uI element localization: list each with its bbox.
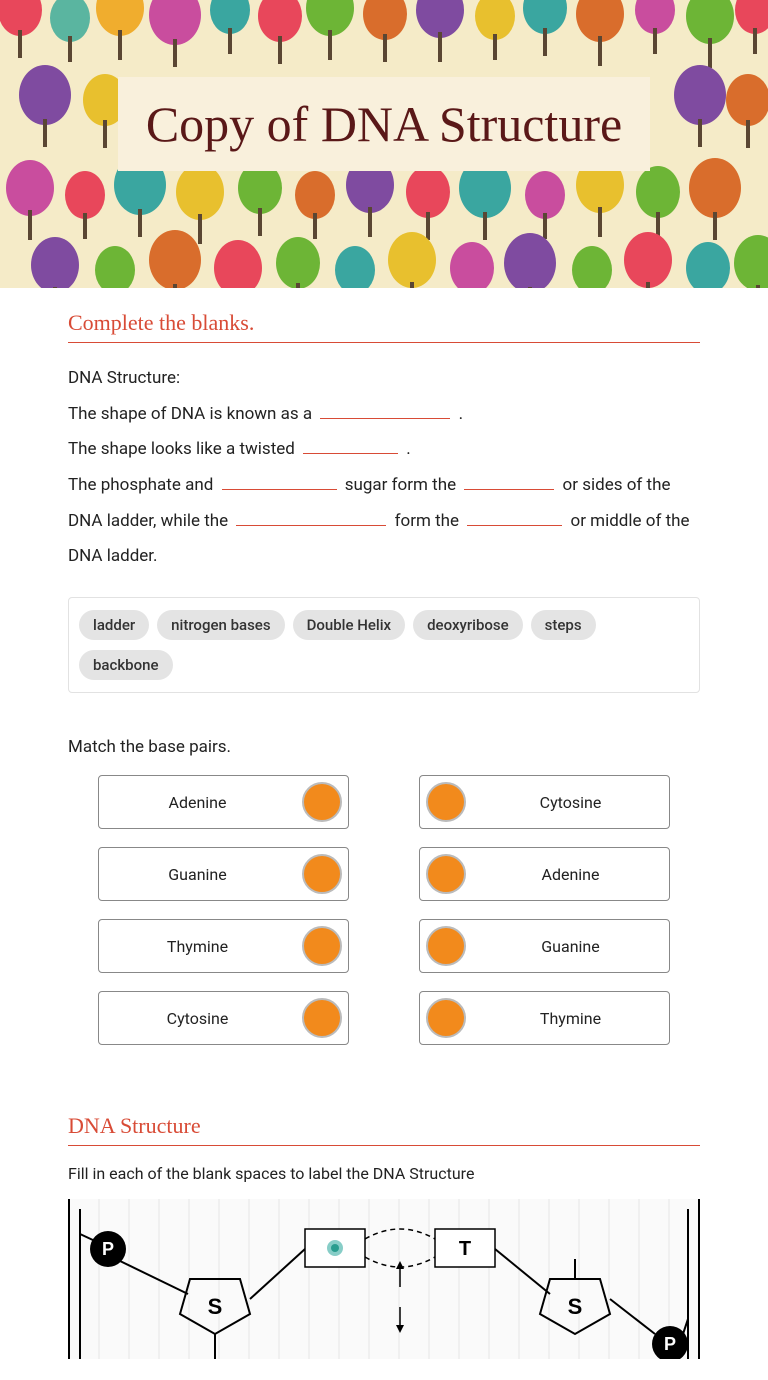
dna-instruction: Fill in each of the blank spaces to labe… — [68, 1164, 700, 1183]
word-chip[interactable]: nitrogen bases — [157, 610, 284, 640]
connector-dot-icon[interactable] — [426, 998, 466, 1038]
text-fragment: The phosphate and — [68, 475, 218, 495]
fill-line-2: The shape looks like a twisted . — [68, 432, 700, 468]
blank-input-3[interactable] — [222, 471, 337, 490]
blank-input-2[interactable] — [303, 436, 398, 455]
dna-structure-section: DNA Structure Fill in each of the blank … — [68, 1113, 700, 1359]
text-fragment: The shape looks like a twisted — [68, 439, 299, 459]
sugar-label: S — [568, 1294, 583, 1319]
match-instruction: Match the base pairs. — [68, 737, 700, 757]
connector-dot-icon[interactable] — [426, 854, 466, 894]
match-left-thymine[interactable]: Thymine — [98, 919, 349, 973]
match-left-cytosine[interactable]: Cytosine — [98, 991, 349, 1045]
blank-input-6[interactable] — [467, 507, 562, 526]
sugar-label: S — [208, 1294, 223, 1319]
text-fragment: The shape of DNA is known as a — [68, 404, 316, 424]
connector-dot-icon[interactable] — [426, 926, 466, 966]
page-title: Copy of DNA Structure — [146, 95, 622, 153]
text-fragment: form the — [395, 511, 464, 531]
match-right-thymine[interactable]: Thymine — [419, 991, 670, 1045]
dna-diagram: P S T — [68, 1199, 700, 1359]
connector-dot-icon[interactable] — [302, 926, 342, 966]
match-left-adenine[interactable]: Adenine — [98, 775, 349, 829]
match-right-cytosine[interactable]: Cytosine — [419, 775, 670, 829]
word-chip[interactable]: backbone — [79, 650, 173, 680]
match-label: Cytosine — [540, 793, 602, 812]
worksheet-content: Complete the blanks. DNA Structure: The … — [0, 288, 768, 1379]
match-label: Guanine — [541, 937, 599, 956]
match-label: Adenine — [169, 793, 227, 812]
match-label: Cytosine — [167, 1009, 229, 1028]
title-box: Copy of DNA Structure — [118, 77, 650, 171]
thymine-label: T — [459, 1238, 471, 1260]
connector-dot-icon[interactable] — [302, 854, 342, 894]
phosphate-label: P — [664, 1334, 676, 1354]
word-chip[interactable]: ladder — [79, 610, 149, 640]
blank-input-5[interactable] — [236, 507, 386, 526]
input-marker-inner-icon — [331, 1244, 339, 1252]
worksheet-header: Copy of DNA Structure — [0, 0, 768, 288]
fill-line-3: The phosphate and sugar form the or side… — [68, 468, 700, 575]
text-fragment: sugar form the — [345, 475, 461, 495]
blank-input-4[interactable] — [464, 471, 554, 490]
connector-dot-icon[interactable] — [426, 782, 466, 822]
word-chip[interactable]: Double Helix — [293, 610, 406, 640]
match-left-guanine[interactable]: Guanine — [98, 847, 349, 901]
fill-line-1: The shape of DNA is known as a . — [68, 397, 700, 433]
match-label: Adenine — [542, 865, 600, 884]
match-right-adenine[interactable]: Adenine — [419, 847, 670, 901]
match-grid: Adenine Cytosine Guanine Adenine Thymine… — [68, 775, 700, 1045]
match-right-guanine[interactable]: Guanine — [419, 919, 670, 973]
intro-line: DNA Structure: — [68, 361, 700, 397]
match-label: Thymine — [540, 1009, 601, 1028]
word-chip[interactable]: steps — [531, 610, 596, 640]
phosphate-label: P — [102, 1239, 114, 1259]
section-title-blanks: Complete the blanks. — [68, 310, 700, 343]
word-chip[interactable]: deoxyribose — [413, 610, 523, 640]
match-label: Thymine — [167, 937, 228, 956]
match-label: Guanine — [168, 865, 226, 884]
connector-dot-icon[interactable] — [302, 998, 342, 1038]
connector-dot-icon[interactable] — [302, 782, 342, 822]
section-title-dna: DNA Structure — [68, 1113, 700, 1146]
text-fragment: . — [406, 439, 410, 459]
text-fragment: . — [459, 404, 463, 424]
word-bank: ladder nitrogen bases Double Helix deoxy… — [68, 597, 700, 693]
blank-input-1[interactable] — [320, 400, 450, 419]
